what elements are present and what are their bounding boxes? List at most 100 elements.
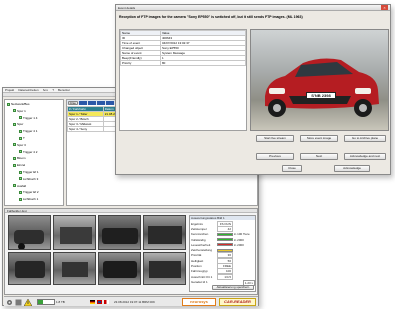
camera-image-2[interactable] xyxy=(53,215,96,250)
info-row-label: Lesesicherheit xyxy=(191,242,211,247)
flag-germany-icon[interactable] xyxy=(90,300,95,304)
info-row-label: Position xyxy=(191,264,202,269)
acknowledge-and-next-button[interactable]: Acknowledge and next xyxy=(344,153,386,160)
acknowledge-button[interactable]: Acknowledge xyxy=(334,165,370,172)
menu-item[interactable]: Dateneinheiten xyxy=(18,88,38,92)
close-icon[interactable]: × xyxy=(381,5,388,10)
tree-node-icon xyxy=(13,163,16,167)
menu-item[interactable]: Benutzer xyxy=(58,88,70,92)
tree-item[interactable]: Trigger 4 2 xyxy=(19,150,37,154)
lower-panel: Fallbeilder-fest Auswertungsstatus Bild … xyxy=(4,208,258,295)
tree-item-label: Einzel xyxy=(17,163,26,168)
tree-item[interactable]: Trigger Ef 1 xyxy=(19,170,39,174)
event-detail-row: Priority 80 xyxy=(120,60,246,66)
tree-item[interactable]: Trigger Ef 2 xyxy=(19,190,39,194)
info-row-label: Fahrzeugtyp xyxy=(191,269,208,274)
camera-image-3[interactable] xyxy=(98,215,141,250)
tree-node-icon xyxy=(19,197,22,201)
flag-other-icon[interactable] xyxy=(104,300,109,304)
status-bar: 1.8 TB 23.08.2012 19:07:11 BRM 009 neuro… xyxy=(4,296,258,306)
tree-item-label: T xyxy=(23,136,25,140)
toolbar-button-single[interactable] xyxy=(88,100,96,105)
tree-item-label: Bloom xyxy=(17,156,26,161)
storage-progress xyxy=(37,299,55,305)
tree-item[interactable]: Lichtbuch 3 xyxy=(19,177,38,181)
camera-image-5[interactable] xyxy=(8,252,51,285)
previous-button[interactable]: Previous xyxy=(256,153,294,160)
tree-item[interactable]: Netzwerk/Bus xyxy=(7,102,30,106)
toolbar-button-time[interactable] xyxy=(97,100,105,105)
close-button[interactable]: Close xyxy=(282,165,302,172)
lower-panel-title: Fallbeilder-fest xyxy=(7,209,27,213)
info-link-label: Geradet Id 1 xyxy=(191,280,208,284)
status-indicator xyxy=(217,238,233,242)
tree-item[interactable]: Spur 1 xyxy=(13,109,26,113)
toolbar-button-status[interactable] xyxy=(79,100,87,105)
info-row-note: in 2000 xyxy=(234,237,244,242)
info-row-label: Ausschnitt Ort 1 xyxy=(191,274,213,279)
car-reader-logo: CAR-READER xyxy=(219,298,256,306)
go-to-archive-button[interactable]: Go to Archive plane xyxy=(344,135,386,142)
tree-node-icon xyxy=(19,170,22,174)
warning-icon[interactable] xyxy=(24,299,32,306)
tree-item[interactable]: Spur 3 xyxy=(13,143,26,147)
tools-icon[interactable] xyxy=(15,299,22,306)
info-row-label: Priorität xyxy=(191,253,202,258)
info-row-label: Helligkeit xyxy=(191,258,204,263)
start-live-stream-button[interactable]: Start live stream xyxy=(256,135,294,142)
tree-item[interactable]: T xyxy=(19,136,25,140)
tree-item-label: Trigger 4 1 xyxy=(23,129,38,134)
tree-item-label: Spur 1 xyxy=(17,108,26,113)
info-row: Ausschnitt Ort 1 1/4.5 xyxy=(191,273,255,280)
tree-item[interactable]: Ausfall xyxy=(13,184,26,188)
event-titlebar: Event details × xyxy=(116,5,390,11)
event-detail-name: Priority xyxy=(120,60,161,66)
car-illustration xyxy=(265,58,379,117)
info-row-label: Ergebnis xyxy=(191,221,203,226)
tree-item[interactable]: Bloom xyxy=(13,156,26,160)
tree-panel: Netzwerk/Bus Spur 1 Trigger 1 4 Spur Trigger… xyxy=(4,99,64,206)
tree-node-icon xyxy=(19,190,22,194)
neurosys-logo: neurosys xyxy=(182,298,216,306)
info-row-label: Vollständig xyxy=(191,237,206,242)
tree-node-icon xyxy=(19,150,22,154)
status-info-text: 23.08.2012 19:07:11 BRM 009 xyxy=(114,300,155,304)
tree-node-icon xyxy=(13,156,16,160)
recognition-info-panel: Auswertungsstatus Bild 1 Ergebnis FS DUN Z… xyxy=(189,215,256,292)
filter-button[interactable]: Filter xyxy=(68,100,78,105)
camera-image-4[interactable] xyxy=(143,215,186,250)
store-event-image-button[interactable]: Store event image xyxy=(300,135,338,142)
menu-item[interactable]: Projekt xyxy=(5,88,14,92)
tree-node-icon xyxy=(19,136,22,140)
flag-uk-icon[interactable] xyxy=(97,300,102,304)
menu-item[interactable]: Ansi xyxy=(43,88,49,92)
event-window-title: Event details xyxy=(118,5,136,10)
settings-icon[interactable] xyxy=(6,299,13,306)
event-details-table-panel: Name Value ID 400643 Time of event 04/07/2012… xyxy=(119,29,247,131)
vehicle-image[interactable]: S'NB 2398 xyxy=(250,29,389,131)
tree-item[interactable]: Trigger 1 4 xyxy=(19,116,37,120)
info-row-note: in 100 Tiere xyxy=(234,232,250,237)
tree-node-icon xyxy=(13,109,16,113)
next-button[interactable]: Next xyxy=(300,153,338,160)
grid-cell: Spur 4 / Sony xyxy=(67,126,104,132)
event-details-table: Name Value ID 400643 Time of event 04/07/2012… xyxy=(120,30,246,66)
tree-item[interactable]: Spur xyxy=(13,122,23,126)
info-row-label: Kennzeichen xyxy=(191,232,209,237)
info-panel-title: Auswertungsstatus Bild 1 xyxy=(190,216,255,220)
tree-item[interactable]: Lichtbuch 1 xyxy=(19,197,38,201)
info-row-label: Zeitstempel xyxy=(191,226,207,231)
tree-item[interactable]: Einzel xyxy=(13,163,25,167)
tree-item[interactable]: Trigger 4 1 xyxy=(19,129,37,133)
save-update-button[interactable]: Aktualisierung speichern xyxy=(212,285,254,290)
storage-label: 1.8 TB xyxy=(56,300,65,304)
menu-item[interactable]: ? xyxy=(52,88,54,92)
camera-image-1[interactable] xyxy=(8,215,51,250)
camera-image-6[interactable] xyxy=(53,252,96,285)
info-row-note: in 2000 xyxy=(234,242,244,247)
status-indicator xyxy=(217,232,233,236)
camera-image-8[interactable] xyxy=(143,252,186,285)
status-indicator xyxy=(217,243,233,247)
camera-image-7[interactable] xyxy=(98,252,141,285)
toolbar-button-export[interactable] xyxy=(106,100,114,105)
